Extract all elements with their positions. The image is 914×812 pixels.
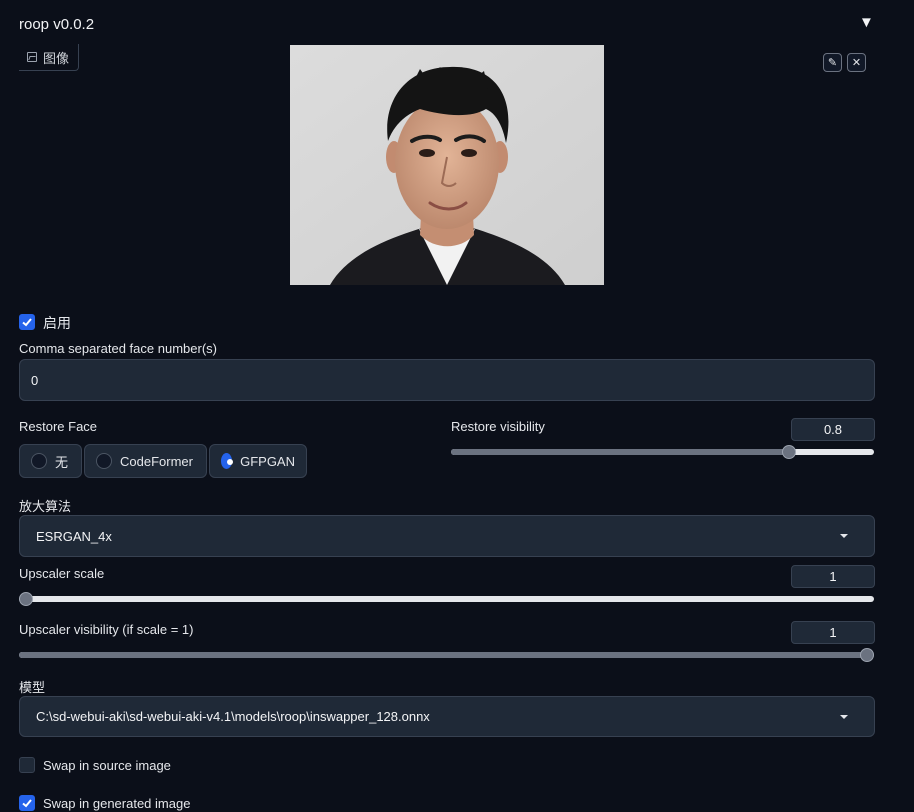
model-label: 模型 bbox=[19, 680, 46, 695]
radio-label: CodeFormer bbox=[120, 453, 193, 469]
slider-thumb[interactable] bbox=[782, 445, 797, 459]
radio-label: GFPGAN bbox=[240, 453, 295, 469]
restore-face-option-gfpgan[interactable]: GFPGAN bbox=[209, 444, 307, 478]
source-face-image[interactable] bbox=[290, 45, 604, 285]
image-tab: 图像 bbox=[19, 44, 79, 71]
swap-source-checkbox[interactable] bbox=[19, 757, 35, 773]
enable-checkbox[interactable] bbox=[19, 314, 35, 330]
swap-source-label: Swap in source image bbox=[43, 758, 171, 773]
radio-label: 无 bbox=[55, 454, 69, 470]
restore-face-option-none[interactable]: 无 bbox=[19, 444, 82, 478]
accordion-title[interactable]: roop v0.0.2 bbox=[19, 16, 94, 33]
image-tab-label: 图像 bbox=[43, 50, 70, 66]
restore-visibility-slider[interactable] bbox=[451, 445, 874, 459]
slider-fill bbox=[19, 652, 874, 658]
enable-label: 启用 bbox=[43, 315, 71, 331]
upscaler-visibility-number[interactable]: 1 bbox=[791, 621, 875, 644]
upscaler-visibility-slider[interactable] bbox=[19, 648, 874, 662]
restore-visibility-label: Restore visibility bbox=[451, 419, 545, 434]
upscaler-value: ESRGAN_4x bbox=[36, 528, 112, 544]
upscaler-dropdown[interactable]: ESRGAN_4x bbox=[19, 515, 875, 557]
face-numbers-input[interactable]: 0 bbox=[19, 359, 875, 401]
close-icon[interactable]: ✕ bbox=[847, 53, 866, 72]
chevron-down-icon bbox=[840, 714, 848, 719]
upscaler-scale-slider[interactable] bbox=[19, 592, 874, 606]
restore-face-label: Restore Face bbox=[19, 419, 98, 434]
radio-circle-selected bbox=[221, 453, 234, 469]
image-icon bbox=[27, 52, 37, 62]
model-dropdown[interactable]: C:\sd-webui-aki\sd-webui-aki-v4.1\models… bbox=[19, 696, 875, 737]
model-value: C:\sd-webui-aki\sd-webui-aki-v4.1\models… bbox=[36, 709, 430, 724]
slider-thumb[interactable] bbox=[860, 648, 874, 662]
face-numbers-label: Comma separated face number(s) bbox=[19, 341, 217, 356]
collapse-arrow-icon[interactable]: ▼ bbox=[859, 14, 874, 31]
restore-visibility-number[interactable]: 0.8 bbox=[791, 418, 875, 441]
edit-icon[interactable]: ✎ bbox=[823, 53, 842, 72]
swap-generated-label: Swap in generated image bbox=[43, 796, 191, 811]
slider-thumb[interactable] bbox=[19, 592, 33, 606]
upscaler-scale-label: Upscaler scale bbox=[19, 566, 105, 581]
upscaler-visibility-label: Upscaler visibility (if scale = 1) bbox=[19, 622, 194, 637]
chevron-down-icon bbox=[840, 534, 848, 538]
restore-face-option-codeformer[interactable]: CodeFormer bbox=[84, 444, 207, 478]
radio-circle bbox=[31, 453, 47, 469]
upscaler-scale-number[interactable]: 1 bbox=[791, 565, 875, 588]
swap-generated-checkbox[interactable] bbox=[19, 795, 35, 811]
slider-fill bbox=[451, 449, 790, 455]
upscaler-label: 放大算法 bbox=[19, 499, 72, 514]
radio-circle bbox=[96, 453, 112, 469]
